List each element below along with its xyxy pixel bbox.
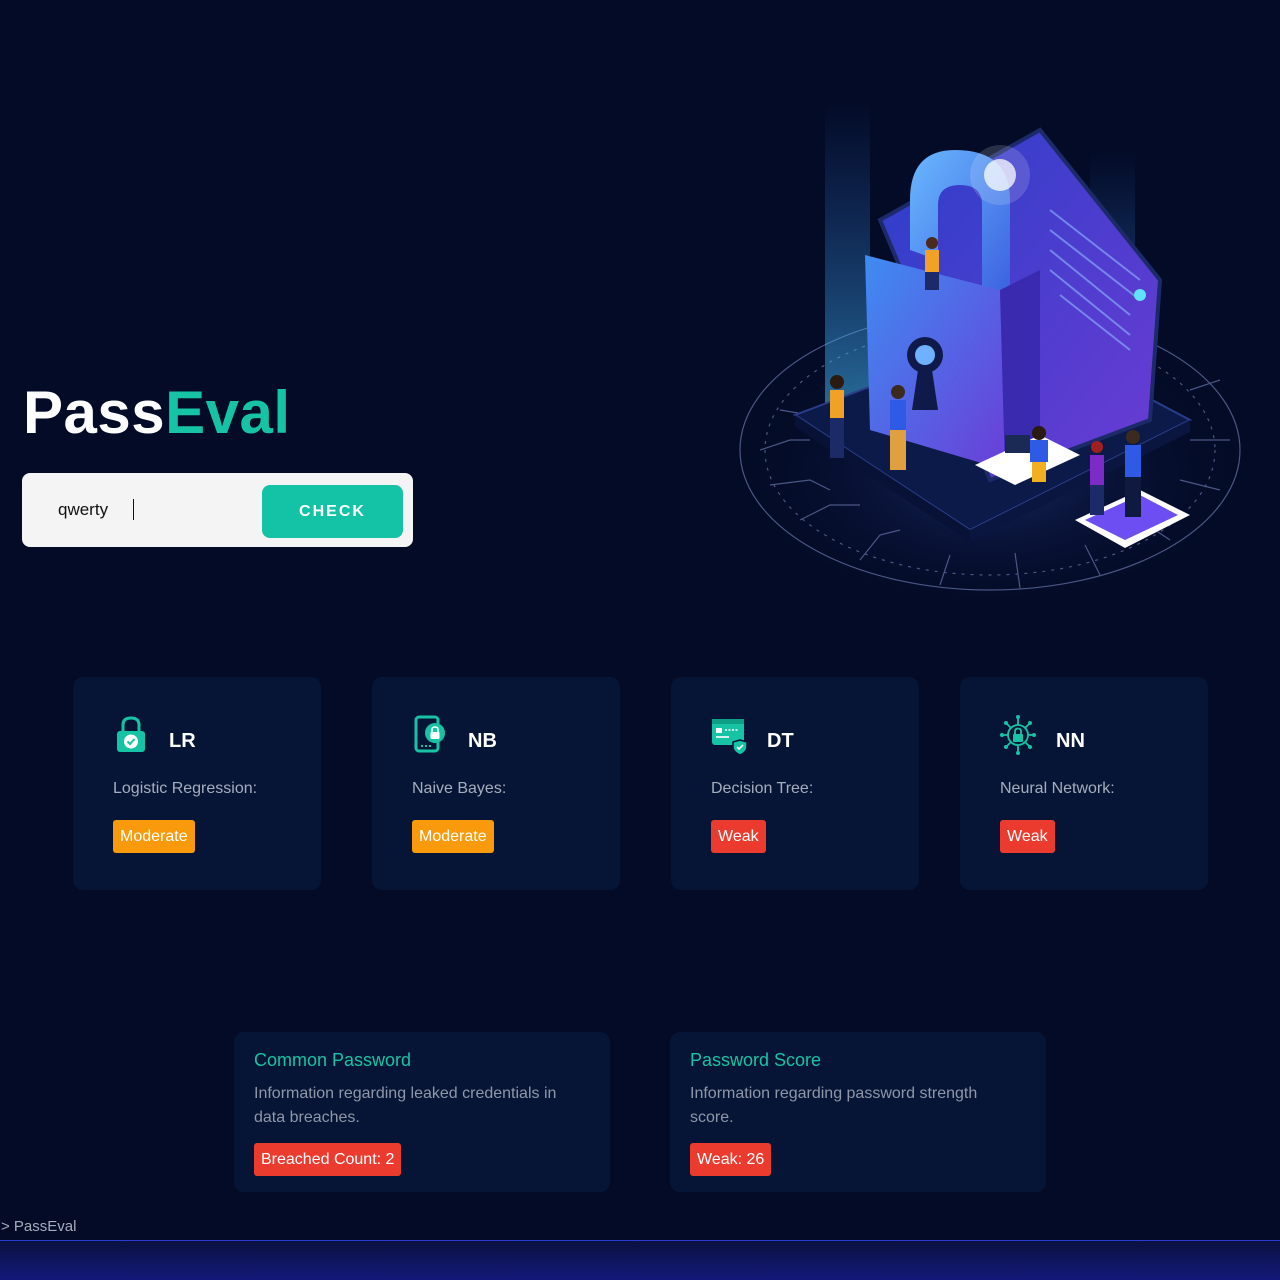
model-abbr: LR: [169, 730, 196, 752]
logo-text-pass: Pass: [23, 379, 166, 446]
password-score-description: Information regarding password strength …: [690, 1085, 978, 1126]
security-illustration: [725, 100, 1255, 595]
password-score-badge: Weak: 26: [690, 1143, 772, 1176]
page: PassEval CHECK: [0, 0, 1280, 1280]
app-logo: PassEval: [23, 378, 291, 447]
model-name: Naive Bayes:: [412, 780, 507, 797]
model-card-nb: NB Naive Bayes: Moderate: [372, 677, 620, 890]
model-abbr: DT: [767, 730, 794, 752]
password-search-box: CHECK: [22, 473, 413, 547]
check-button[interactable]: CHECK: [262, 485, 403, 538]
model-result-badge: Moderate: [113, 820, 195, 853]
footer-bar: [0, 1240, 1280, 1280]
breached-count-badge: Breached Count: 2: [254, 1143, 402, 1176]
model-name: Logistic Regression:: [113, 780, 258, 797]
password-score-card: Password Score Information regarding pas…: [670, 1032, 1046, 1192]
password-score-title: Password Score: [690, 1050, 822, 1070]
model-abbr: NB: [468, 730, 497, 752]
model-abbr: NN: [1056, 730, 1085, 752]
footer-label: > PassEval: [1, 1218, 77, 1235]
model-name: Decision Tree:: [711, 780, 814, 797]
common-password-title: Common Password: [254, 1050, 412, 1070]
model-result-badge: Weak: [711, 820, 766, 853]
logo-text-eval: Eval: [165, 379, 291, 446]
phone-lock-icon: [414, 715, 445, 753]
model-card-dt: DT Decision Tree: Weak: [671, 677, 919, 890]
common-password-description: Information regarding leaked credentials…: [254, 1085, 557, 1126]
common-password-card: Common Password Information regarding le…: [234, 1032, 610, 1192]
card-shield-icon: [712, 719, 747, 755]
model-result-badge: Weak: [1000, 820, 1055, 853]
model-result-badge: Moderate: [412, 820, 494, 853]
text-caret: [133, 499, 134, 520]
model-name: Neural Network:: [1000, 780, 1115, 797]
password-input[interactable]: [58, 495, 248, 525]
lock-check-icon: [117, 716, 145, 752]
model-card-nn: NN Neural Network: Weak: [960, 677, 1208, 890]
network-lock-icon: [1000, 715, 1036, 755]
model-card-lr: LR Logistic Regression: Moderate: [73, 677, 321, 890]
